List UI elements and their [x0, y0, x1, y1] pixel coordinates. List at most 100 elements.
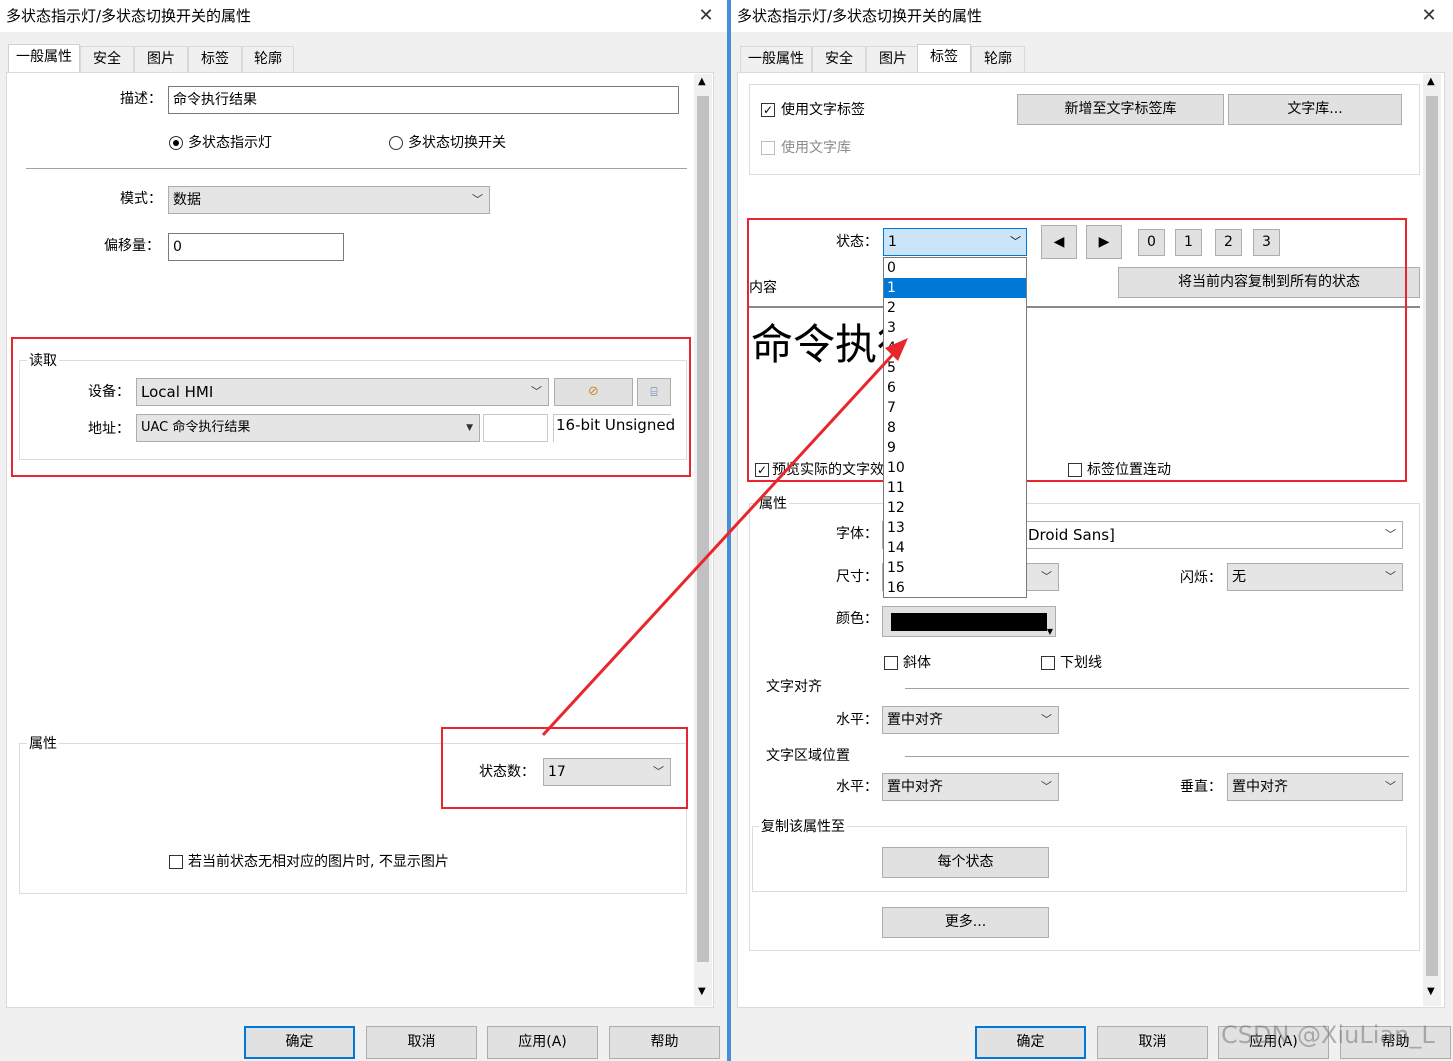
left-ok-button[interactable]: 确定	[244, 1026, 355, 1059]
h-align-label: 水平：	[836, 712, 878, 728]
dropdown-item[interactable]: 8	[884, 418, 1026, 438]
copy-attr-group	[752, 826, 1407, 892]
chevron-down-icon: ﹀	[1385, 570, 1396, 583]
right-tab-outline[interactable]: 轮廓	[971, 46, 1025, 72]
scroll-up-icon[interactable]: ▲	[1427, 76, 1435, 87]
right-close-icon[interactable]: ✕	[1413, 0, 1445, 32]
watermark: CSDN @XiuLian_L	[1221, 1021, 1435, 1049]
chevron-down-icon: ﹀	[1041, 570, 1052, 583]
radio-switch-label: 多状态切换开关	[408, 135, 506, 151]
size-label: 尺寸：	[836, 569, 878, 585]
desc-label: 描述：	[120, 91, 162, 107]
left-title-bar: 多状态指示灯/多状态切换开关的属性	[0, 0, 727, 32]
right-tab-security[interactable]: 安全	[812, 46, 866, 72]
dropdown-item[interactable]: 15	[884, 558, 1026, 578]
more-button[interactable]: 更多...	[882, 907, 1049, 938]
left-help-button[interactable]: 帮助	[609, 1026, 720, 1059]
left-cancel-button[interactable]: 取消	[366, 1026, 477, 1059]
chevron-down-icon: ﹀	[472, 193, 483, 206]
right-cancel-button[interactable]: 取消	[1097, 1026, 1208, 1059]
dropdown-item[interactable]: 16	[884, 578, 1026, 598]
underline-checkbox[interactable]	[1041, 656, 1055, 670]
triangle-down-icon: ▼	[1046, 627, 1053, 636]
color-swatch	[891, 613, 1047, 631]
dropdown-item[interactable]: 13	[884, 518, 1026, 538]
dropdown-item[interactable]: 6	[884, 378, 1026, 398]
left-scroll-thumb[interactable]	[697, 96, 709, 962]
desc-input[interactable]: 命令执行结果	[168, 86, 679, 114]
left-close-icon[interactable]: ✕	[690, 0, 722, 32]
h-align-select[interactable]: 置中对齐 ﹀	[882, 706, 1059, 734]
right-tab-label[interactable]: 标签	[917, 44, 971, 73]
dropdown-item[interactable]: 1	[884, 278, 1026, 298]
left-tab-picture[interactable]: 图片	[134, 46, 188, 72]
radio-indicator-label: 多状态指示灯	[188, 135, 272, 151]
region-v-value: 置中对齐	[1232, 779, 1288, 795]
underline-label: 下划线	[1060, 655, 1102, 671]
blink-select[interactable]: 无 ﹀	[1227, 563, 1403, 591]
add-to-lib-button[interactable]: 新增至文字标签库	[1017, 94, 1224, 125]
dropdown-item[interactable]: 2	[884, 298, 1026, 318]
dropdown-item[interactable]: 14	[884, 538, 1026, 558]
text-lib-button[interactable]: 文字库...	[1228, 94, 1402, 125]
copy-attr-group-title: 复制该属性至	[759, 817, 847, 837]
region-v-select[interactable]: 置中对齐 ﹀	[1227, 773, 1403, 801]
left-tab-general[interactable]: 一般属性	[8, 44, 80, 73]
dropdown-item[interactable]: 3	[884, 318, 1026, 338]
right-tab-picture[interactable]: 图片	[866, 46, 920, 72]
state-dropdown-list[interactable]: 0 1 2 3 4 5 6 7 8 9 10 11 12 13 14 15 16	[883, 257, 1027, 598]
use-text-lib-checkbox[interactable]	[761, 141, 775, 155]
left-scrollbar[interactable]: ▲ ▼	[694, 74, 712, 1006]
region-h-label: 水平：	[836, 779, 878, 795]
radio-multi-state-switch[interactable]	[389, 136, 403, 150]
left-apply-button[interactable]: 应用(A)	[487, 1026, 598, 1059]
right-scroll-thumb[interactable]	[1426, 96, 1438, 976]
left-tab-outline[interactable]: 轮廓	[242, 46, 294, 72]
mode-label: 模式：	[120, 191, 162, 207]
use-text-label-text: 使用文字标签	[781, 102, 865, 118]
use-text-label-checkbox[interactable]: ✓	[761, 103, 775, 117]
dropdown-item[interactable]: 12	[884, 498, 1026, 518]
right-window-title: 多状态指示灯/多状态切换开关的属性	[737, 7, 983, 25]
italic-label: 斜体	[903, 655, 931, 671]
offset-label: 偏移量：	[104, 238, 160, 254]
dropdown-item[interactable]: 7	[884, 398, 1026, 418]
mode-select[interactable]: 数据 ﹀	[168, 186, 490, 214]
offset-input[interactable]: 0	[168, 233, 344, 261]
text-align-line	[905, 688, 1409, 689]
dropdown-item[interactable]: 11	[884, 478, 1026, 498]
scroll-up-icon[interactable]: ▲	[698, 76, 706, 87]
text-align-group-title: 文字对齐	[766, 679, 822, 695]
italic-checkbox[interactable]	[884, 656, 898, 670]
dropdown-item[interactable]: 0	[884, 258, 1026, 278]
state-count-annotation-box	[441, 727, 688, 809]
color-picker[interactable]: ▼	[882, 606, 1056, 637]
left-tab-label[interactable]: 标签	[188, 46, 242, 72]
dropdown-item[interactable]: 5	[884, 358, 1026, 378]
dropdown-item[interactable]: 9	[884, 438, 1026, 458]
chevron-down-icon: ﹀	[1385, 528, 1396, 541]
color-label: 颜色：	[836, 611, 878, 627]
right-dialog: 多状态指示灯/多状态切换开关的属性 ✕ 一般属性 安全 图片 标签 轮廓 ▲ ▼…	[731, 0, 1453, 1061]
right-tab-general[interactable]: 一般属性	[740, 46, 812, 72]
right-scrollbar[interactable]: ▲ ▼	[1423, 74, 1441, 1006]
left-tab-security[interactable]: 安全	[80, 46, 134, 72]
scroll-down-icon[interactable]: ▼	[1427, 986, 1435, 997]
font-label: 字体：	[836, 526, 878, 542]
chevron-down-icon: ﹀	[1041, 713, 1052, 726]
each-state-button[interactable]: 每个状态	[882, 847, 1049, 878]
radio-multi-state-indicator[interactable]	[169, 136, 183, 150]
font-value: Droid Sans]	[1028, 526, 1115, 544]
region-line	[905, 756, 1409, 757]
no-picture-checkbox[interactable]	[169, 855, 183, 869]
left-window-title: 多状态指示灯/多状态切换开关的属性	[6, 7, 252, 25]
no-picture-label: 若当前状态无相对应的图片时, 不显示图片	[188, 854, 449, 870]
right-ok-button[interactable]: 确定	[975, 1026, 1086, 1059]
dropdown-item[interactable]: 4	[884, 338, 1026, 358]
region-h-select[interactable]: 置中对齐 ﹀	[882, 773, 1059, 801]
region-group-title: 文字区域位置	[766, 748, 850, 764]
dropdown-item[interactable]: 10	[884, 458, 1026, 478]
left-attr-group-title: 属性	[27, 734, 59, 754]
scroll-down-icon[interactable]: ▼	[698, 986, 706, 997]
chevron-down-icon: ﹀	[1041, 780, 1052, 793]
